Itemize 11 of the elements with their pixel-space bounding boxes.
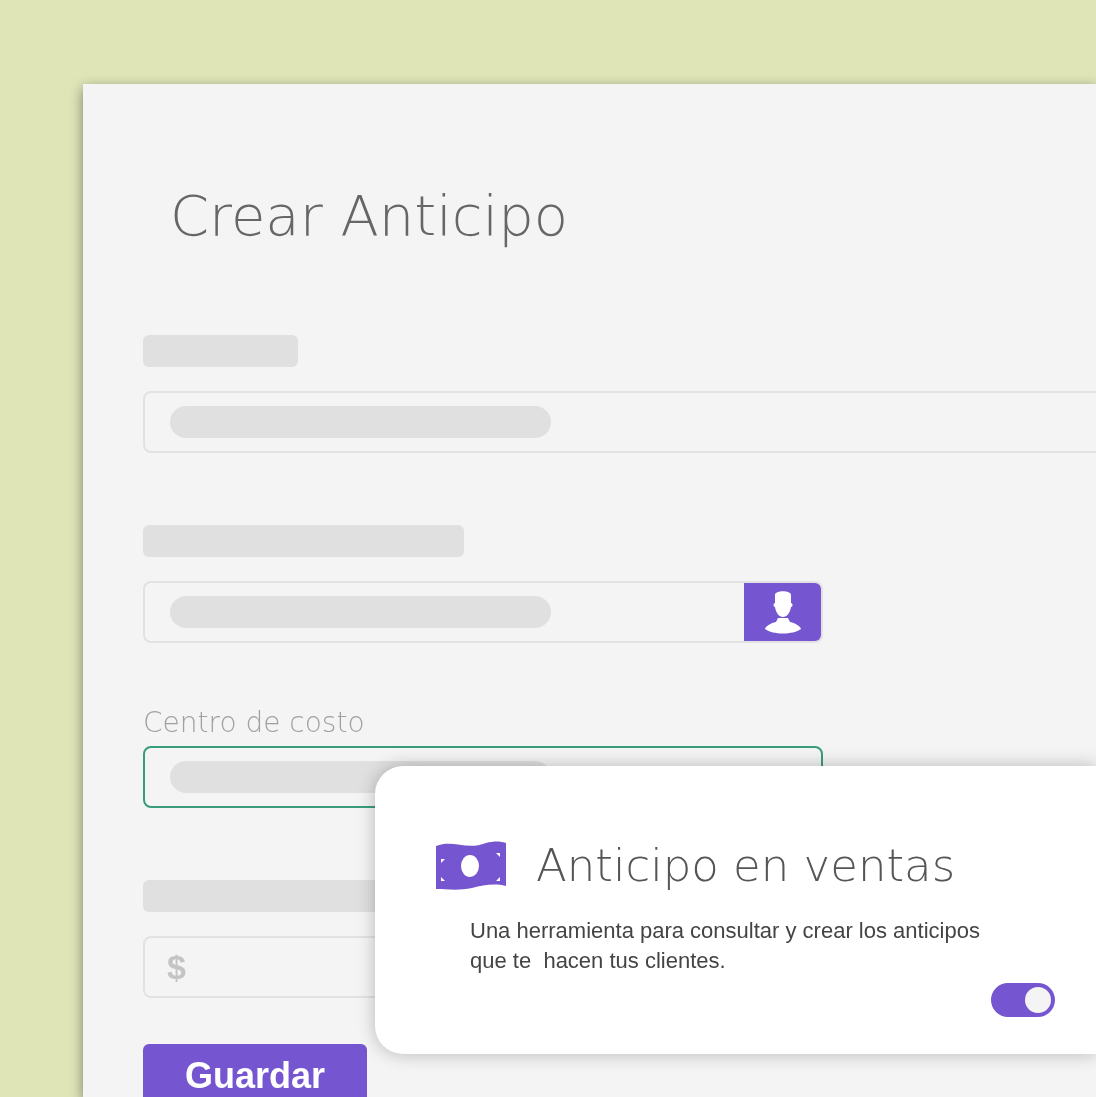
card-title: Anticipo en ventas [536, 840, 956, 892]
save-button[interactable]: Guardar [143, 1044, 367, 1097]
currency-symbol: $ [167, 946, 186, 988]
card-description: Una herramienta para consultar y crear los anticipos que te hacen tus clientes. [470, 917, 981, 975]
person-icon [762, 589, 803, 635]
field-label: Centro de costo [143, 705, 365, 741]
toggle-switch[interactable] [991, 983, 1055, 1017]
contact-button[interactable] [744, 583, 821, 641]
page-title: Crear Anticipo [170, 184, 568, 248]
input-field[interactable] [143, 581, 823, 643]
banknote-icon [436, 841, 506, 891]
